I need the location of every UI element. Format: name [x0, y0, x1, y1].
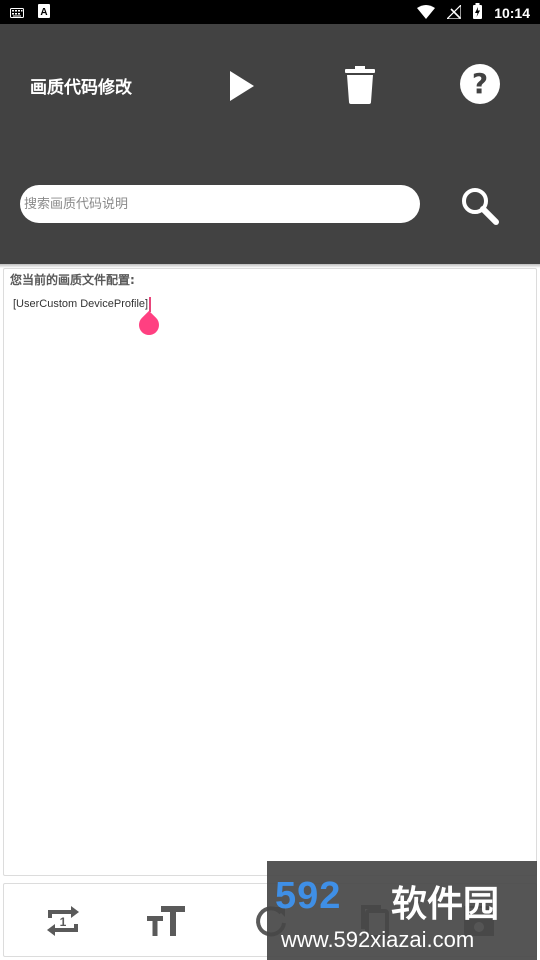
help-button[interactable]: ?: [458, 62, 502, 106]
delete-button[interactable]: [338, 62, 382, 108]
status-time: 10:14: [494, 5, 530, 21]
app-header: 画质代码修改 ?: [0, 24, 540, 264]
watermark-brand-number: 592: [275, 875, 342, 917]
status-bar: A 10:14: [0, 0, 540, 24]
search-input[interactable]: [20, 185, 420, 223]
a-notification-icon: A: [38, 3, 50, 22]
repeat-one-button[interactable]: 1: [40, 898, 86, 944]
search-button[interactable]: [458, 184, 502, 228]
play-button[interactable]: [222, 66, 262, 106]
watermark-url: www.592xiazai.com: [281, 927, 475, 952]
no-signal-icon: [445, 3, 462, 23]
config-text[interactable]: [UserCustom DeviceProfile]: [13, 298, 148, 310]
battery-charging-icon: [473, 3, 483, 23]
text-size-button[interactable]: [144, 898, 190, 944]
help-icon: ?: [460, 64, 500, 104]
config-label: 您当前的画质文件配置:: [10, 273, 135, 287]
watermark-overlay: 592 软件园 www.592xiazai.com: [267, 861, 537, 960]
search-icon: [462, 188, 499, 225]
cursor-handle[interactable]: [134, 310, 164, 340]
app-title: 画质代码修改: [30, 78, 132, 98]
repeat-one-icon: 1: [47, 906, 79, 936]
svg-text:1: 1: [60, 915, 67, 929]
text-size-icon: [147, 906, 185, 936]
keyboard-icon: [10, 3, 24, 22]
trash-icon: [345, 66, 375, 104]
wifi-icon: [417, 4, 436, 23]
play-icon: [230, 71, 254, 101]
watermark-brand-text: 软件园: [391, 884, 500, 925]
text-cursor: [149, 297, 151, 312]
svg-text:A: A: [40, 7, 47, 18]
svg-text:?: ?: [472, 67, 488, 100]
config-editor[interactable]: 您当前的画质文件配置: [UserCustom DeviceProfile]: [3, 268, 537, 876]
